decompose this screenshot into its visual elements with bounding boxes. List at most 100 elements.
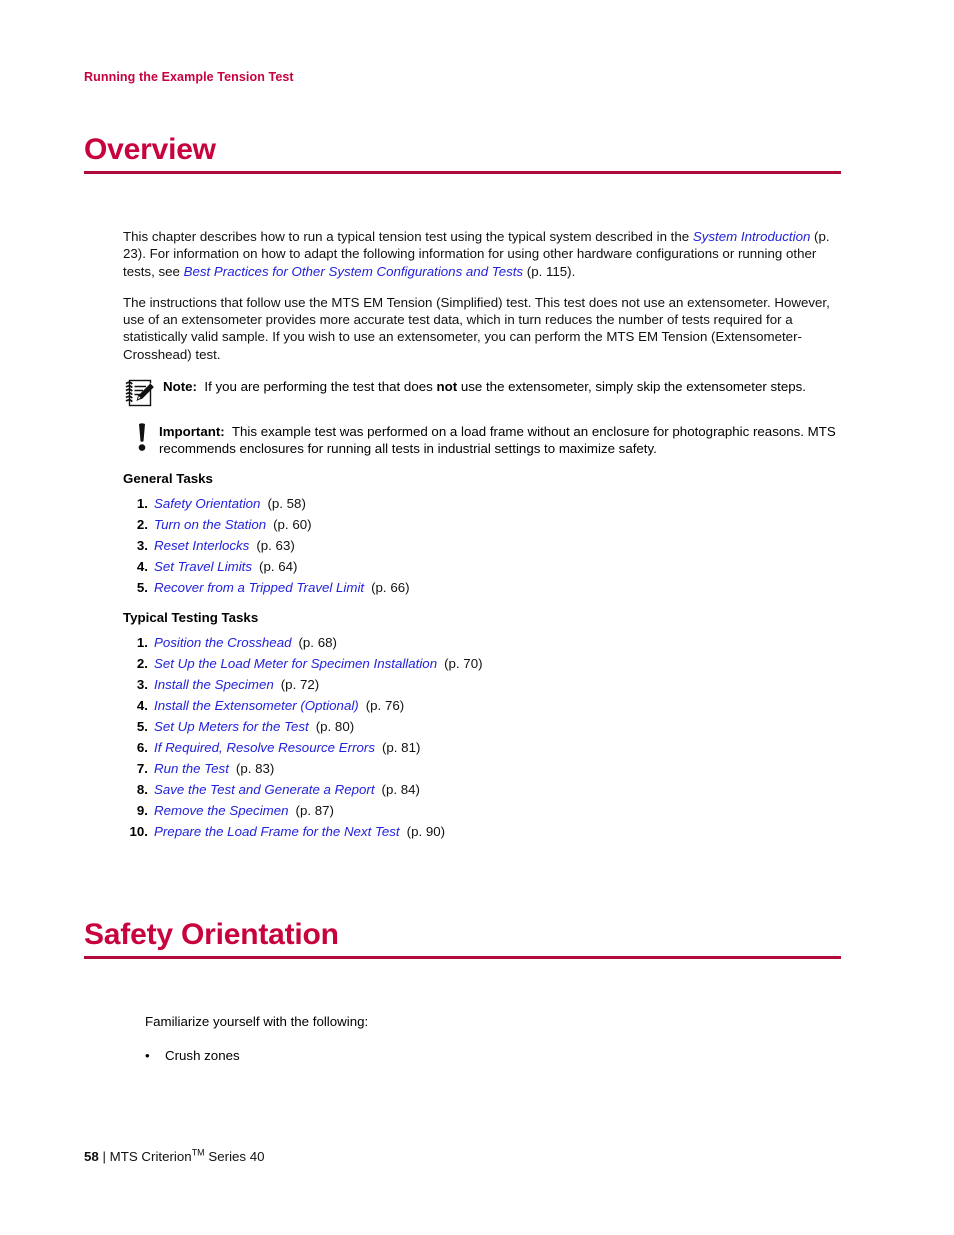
list-item-link[interactable]: Turn on the Station <box>154 514 266 535</box>
section-heading-overview: Overview <box>84 133 841 175</box>
important-label: Important: <box>159 424 225 440</box>
page-title: Overview <box>84 133 216 166</box>
safety-orientation-content: Familiarize yourself with the following:… <box>145 1013 845 1065</box>
list-item-link[interactable]: Safety Orientation <box>154 493 260 514</box>
heading-rule <box>84 956 841 960</box>
list-item[interactable]: 9. Remove the Specimen (p. 87) <box>123 800 842 821</box>
list-item[interactable]: 6. If Required, Resolve Resource Errors (p… <box>123 737 842 758</box>
list-item-number: 7. <box>136 760 148 776</box>
general-tasks-heading: General Tasks <box>123 470 213 486</box>
list-item-number: 6. <box>136 739 148 755</box>
typical-testing-tasks-heading: Typical Testing Tasks <box>123 609 259 625</box>
list-item-pageref: (p. 83) <box>235 760 275 776</box>
list-item-link[interactable]: Save the Test and Generate a Report <box>154 779 375 800</box>
list-item[interactable]: 4. Set Travel Limits (p. 64) <box>123 556 842 577</box>
list-item-number: 5. <box>136 579 148 595</box>
list-item[interactable]: 1. Position the Crosshead (p. 68) <box>123 632 842 653</box>
list-item-pageref: (p. 84) <box>381 781 420 797</box>
note-text-2: use the extensometer, simply skip the ex… <box>457 379 806 395</box>
list-item[interactable]: 10. Prepare the Load Frame for the Next T… <box>123 821 842 842</box>
list-item-pageref: (p. 87) <box>295 802 334 818</box>
list-item-link[interactable]: Install the Extensometer (Optional) <box>154 695 359 716</box>
list-item-pageref: (p. 60) <box>273 516 312 532</box>
list-item-link[interactable]: Reset Interlocks <box>154 535 249 556</box>
paragraph-intro: This chapter describes how to run a typi… <box>123 228 842 280</box>
list-item[interactable]: 5. Recover from a Tripped Travel Limit (p.… <box>123 577 842 598</box>
list-item-number: 4. <box>136 558 148 574</box>
list-item-number: 1. <box>136 634 148 650</box>
list-item[interactable]: 8. Save the Test and Generate a Report (p.… <box>123 779 842 800</box>
important-body-text: This example test was performed on a loa… <box>159 424 836 457</box>
xref-system-introduction[interactable]: System Introduction <box>693 229 811 244</box>
list-item-pageref: (p. 80) <box>315 718 355 734</box>
list-item[interactable]: 2. Turn on the Station (p. 60) <box>123 514 842 535</box>
footer-separator: | <box>102 1149 106 1164</box>
list-item-link[interactable]: Prepare the Load Frame for the Next Test <box>154 821 400 842</box>
list-item-pageref: (p. 70) <box>444 655 483 671</box>
list-item-link[interactable]: Set Up Meters for the Test <box>154 716 309 737</box>
document-page: Running the Example Tension Test Overvie… <box>0 0 954 1235</box>
list-item[interactable]: 4. Install the Extensometer (Optional) (p.… <box>123 695 842 716</box>
safety-bullet-list: • Crush zones <box>145 1046 845 1065</box>
note-admonition: Note: If you are performing the test tha… <box>123 377 842 409</box>
general-tasks-list: 1. Safety Orientation (p. 58) 2. Turn on th… <box>123 493 842 598</box>
note-emphasis: not <box>436 379 458 395</box>
note-pad-pencil-icon <box>123 377 157 409</box>
list-item-number: 2. <box>136 516 148 532</box>
xref-best-practices[interactable]: Best Practices for Other System Configur… <box>184 264 523 279</box>
list-item-link[interactable]: If Required, Resolve Resource Errors <box>154 737 375 758</box>
paragraph-instructions: The instructions that follow use the MTS… <box>123 294 830 362</box>
section-title-safety-orientation: Safety Orientation <box>84 918 339 951</box>
list-item-pageref: (p. 72) <box>280 676 320 692</box>
page-footer: 58 | MTS CriterionTM Series 40 <box>84 1147 265 1164</box>
trademark-symbol: TM <box>191 1147 205 1158</box>
typical-testing-tasks-list: 1. Position the Crosshead (p. 68) 2. Set Up… <box>123 632 842 842</box>
note-text: Note: If you are performing the test tha… <box>163 377 842 395</box>
list-item-link[interactable]: Run the Test <box>154 758 229 779</box>
list-item-link[interactable]: Install the Specimen <box>154 674 274 695</box>
bullet-label: Crush zones <box>165 1048 240 1064</box>
list-item[interactable]: 5. Set Up Meters for the Test (p. 80) <box>123 716 842 737</box>
list-item-pageref: (p. 90) <box>406 823 446 839</box>
list-item[interactable]: 2. Set Up the Load Meter for Specimen Ins… <box>123 653 842 674</box>
list-item-number: 5. <box>136 718 148 734</box>
list-item-pageref: (p. 68) <box>298 634 337 650</box>
list-item-number: 8. <box>136 781 148 797</box>
footer-page-number: 58 <box>84 1149 99 1164</box>
list-item[interactable]: 1. Safety Orientation (p. 58) <box>123 493 842 514</box>
bullet-marker: • <box>145 1048 150 1064</box>
important-admonition: Important: This example test was perform… <box>123 422 842 458</box>
list-item-number: 9. <box>136 802 148 818</box>
list-item-pageref: (p. 76) <box>365 697 405 713</box>
list-item-pageref: (p. 81) <box>381 739 421 755</box>
typical-testing-tasks-block: Typical Testing Tasks 1. Position the Cro… <box>123 610 842 842</box>
list-item-link[interactable]: Set Up the Load Meter for Specimen Insta… <box>154 653 437 674</box>
list-item[interactable]: 3. Reset Interlocks (p. 63) <box>123 535 842 556</box>
list-item-number: 1. <box>136 495 148 511</box>
paragraph-intro-text-1: This chapter describes how to run a typi… <box>123 229 693 244</box>
paragraph-intro-text-3: (p. 115). <box>523 263 576 279</box>
note-text-1: If you are performing the test that does <box>204 379 437 395</box>
note-label: Note: <box>163 379 197 395</box>
list-item-link[interactable]: Remove the Specimen <box>154 800 289 821</box>
heading-rule <box>84 171 841 175</box>
list-item-number: 2. <box>136 655 148 671</box>
list-item[interactable]: 3. Install the Specimen (p. 72) <box>123 674 842 695</box>
list-item-number: 3. <box>136 537 148 553</box>
list-item-pageref: (p. 63) <box>256 537 295 553</box>
list-item[interactable]: 7. Run the Test (p. 83) <box>123 758 842 779</box>
general-tasks-block: General Tasks 1. Safety Orientation (p. 58… <box>123 471 842 598</box>
list-item-link[interactable]: Recover from a Tripped Travel Limit <box>154 577 364 598</box>
footer-product-name: MTS Criterion <box>109 1149 192 1164</box>
section-heading-safety-orientation: Safety Orientation <box>84 918 841 960</box>
exclamation-icon <box>123 422 153 456</box>
list-item-number: 10. <box>129 823 149 839</box>
list-item-pageref: (p. 66) <box>371 579 410 595</box>
list-item-link[interactable]: Set Travel Limits <box>154 556 252 577</box>
list-item-link[interactable]: Position the Crosshead <box>154 632 291 653</box>
safety-lead-text: Familiarize yourself with the following: <box>145 1014 369 1029</box>
list-item: • Crush zones <box>145 1046 845 1065</box>
important-text: Important: This example test was perform… <box>159 422 842 458</box>
list-item-number: 4. <box>136 697 148 713</box>
